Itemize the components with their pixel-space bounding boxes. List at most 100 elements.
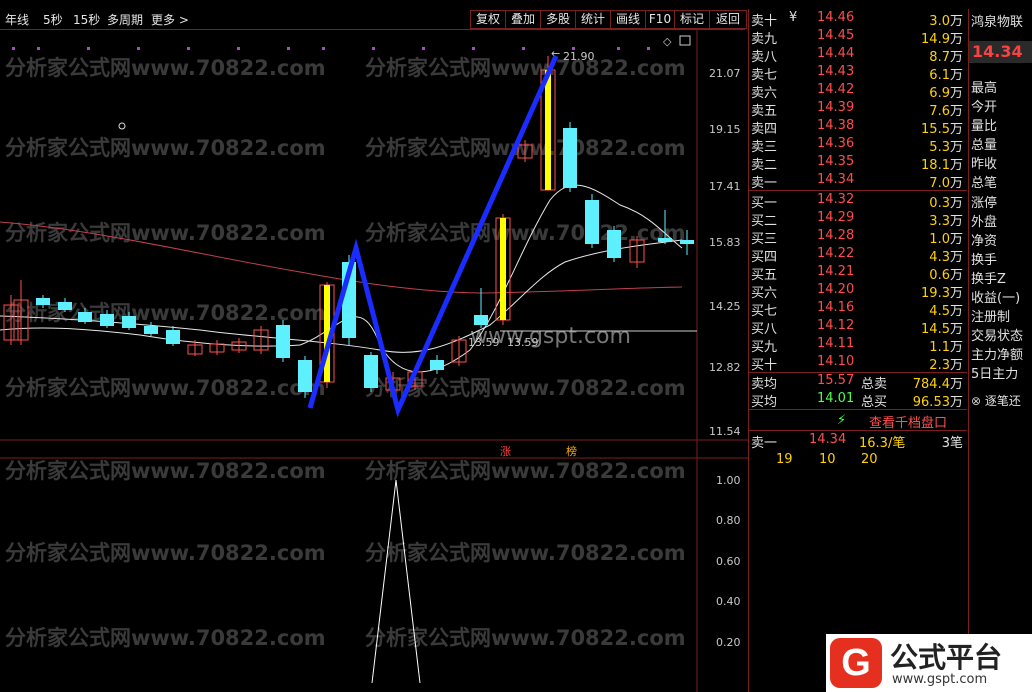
queue-item: 20 [861, 452, 878, 467]
sell-row[interactable]: 卖一 14.34 7.0万 [749, 172, 967, 191]
order-book-panel: 卖十 ¥14.46 3.0万 卖九 14.45 14.9万 卖八 14.44 8.7万 卖七 14.… [748, 9, 969, 692]
watermark-text: 分析家公式网www.70822.com [5, 136, 326, 160]
price-tick: 17.41 [709, 180, 741, 193]
signal-circle [118, 122, 126, 130]
indicator-tick: 1.00 [716, 474, 741, 487]
buy-row[interactable]: 买十 14.10 2.3万 [749, 354, 967, 373]
indicator-axis: 1.00 0.80 0.60 0.40 0.20 [716, 474, 741, 649]
trade-tab[interactable]: ⊗ 逐笔还 [971, 392, 1021, 409]
quote-field-label: 涨停 [971, 196, 998, 211]
badge-rank: 榜 [566, 444, 577, 458]
avg-buy-row: 买均 14.01 总买 96.53万 [751, 391, 963, 410]
candle-body [563, 128, 577, 188]
watermark-text: 分析家公式网www.70822.com [5, 56, 326, 80]
candle-body [680, 240, 694, 244]
indicator-tick: 0.60 [716, 555, 741, 568]
watermark-text: 分析家公式网www.70822.com [5, 459, 326, 483]
sell-row[interactable]: 卖九 14.45 14.9万 [749, 28, 967, 47]
trade-row: 卖一 14.34 16.3/笔 3笔 [751, 432, 963, 451]
candle-body [58, 302, 72, 310]
logo-url: www.gspt.com [892, 672, 988, 687]
watermark-text: 分析家公式网www.70822.com [365, 221, 686, 245]
multi-stock-button[interactable]: 多股 [540, 10, 576, 29]
stock-name: 鸿泉物联 [971, 15, 1024, 30]
price-tick: 11.54 [709, 425, 741, 438]
price-tick: 14.25 [709, 300, 741, 313]
collapse-icon: ⊗ [971, 394, 982, 408]
candle-body [36, 298, 50, 305]
quote-sidebar: 鸿泉物联 14.34 最高 今开 量比 总量 昨收 总笔 涨停 外盘 净资 换手 换手Z 收益(一) 注… [968, 9, 1032, 692]
watermark-text: 分析家公式网www.70822.com [5, 221, 326, 245]
candle-body [364, 355, 378, 388]
crosshair-label-2: 13.59 [507, 336, 539, 349]
candle-body [144, 326, 158, 334]
buy-row[interactable]: 买一 14.32 0.3万 [749, 192, 967, 211]
last-price: 14.34 [969, 41, 1032, 63]
buy-row[interactable]: 买五 14.21 0.6万 [749, 264, 967, 283]
sell-row[interactable]: 卖十 ¥14.46 3.0万 [749, 10, 967, 29]
sell-row[interactable]: 卖六 14.42 6.9万 [749, 82, 967, 101]
watermark-text: 分析家公式网www.70822.com [365, 626, 686, 650]
stats-button[interactable]: 统计 [575, 10, 611, 29]
sell-row[interactable]: 卖五 14.39 7.6万 [749, 100, 967, 119]
quote-field-label: 昨收 [971, 157, 998, 172]
indicator-tick: 0.20 [716, 636, 741, 649]
draw-line-button[interactable]: 画线 [610, 10, 646, 29]
quote-field-label: 换手Z [971, 272, 1006, 287]
brand-logo: G 公式平台 www.gspt.com [826, 634, 1032, 692]
quote-field-label: 总量 [971, 138, 998, 153]
overlay-button[interactable]: 叠加 [505, 10, 541, 29]
candle-body [100, 314, 114, 326]
quote-field-label: 量比 [971, 119, 998, 134]
candle-body [585, 200, 599, 244]
quote-field-label: 交易状态 [971, 329, 1024, 344]
mark-button[interactable]: 标记 [674, 10, 710, 29]
candle-body-fill [545, 70, 551, 190]
diamond-icon[interactable]: ◇ [663, 35, 672, 48]
price-tick: 21.07 [709, 67, 741, 80]
buy-row[interactable]: 买六 14.20 19.3万 [749, 282, 967, 301]
sell-row[interactable]: 卖三 14.36 5.3万 [749, 136, 967, 155]
view-1000-link[interactable]: 查看千档盘口 [869, 412, 947, 431]
quote-field-label: 注册制 [971, 310, 1011, 325]
buy-row[interactable]: 买九 14.11 1.1万 [749, 336, 967, 355]
sell-row[interactable]: 卖四 14.38 15.5万 [749, 118, 967, 137]
quote-field-label: 外盘 [971, 215, 998, 230]
candle-body [276, 325, 290, 358]
buy-row[interactable]: 买三 14.28 1.0万 [749, 228, 967, 247]
quote-field-label: 今开 [971, 100, 998, 115]
quote-field-label: 收益(一) [971, 291, 1021, 306]
buy-row[interactable]: 买二 14.29 3.3万 [749, 210, 967, 229]
watermark-text: 分析家公式网www.70822.com [365, 541, 686, 565]
sell-row[interactable]: 卖八 14.44 8.7万 [749, 46, 967, 65]
lightning-icon: ⚡ [837, 413, 847, 428]
watermark-text: 分析家公式网www.70822.com [5, 541, 326, 565]
period-5s[interactable]: 5秒 [43, 11, 63, 28]
candlestick-chart[interactable]: 分析家公式网www.70822.com 分析家公式网www.70822.com … [0, 30, 748, 692]
price-tick: 15.83 [709, 236, 741, 249]
period-more[interactable]: 更多 > [151, 11, 189, 28]
period-year[interactable]: 年线 [5, 11, 29, 28]
candle-body [607, 230, 621, 258]
high-marker-label: 21.90 [563, 50, 595, 63]
queue-item: 10 [819, 452, 836, 467]
sell-row[interactable]: 卖二 14.35 18.1万 [749, 154, 967, 173]
window-icon[interactable] [679, 35, 691, 46]
candle-body [430, 360, 444, 370]
logo-icon: G [830, 638, 882, 688]
buy-row[interactable]: 买七 14.16 4.5万 [749, 300, 967, 319]
period-15s[interactable]: 15秒 [73, 11, 100, 28]
buy-row[interactable]: 买四 14.22 4.3万 [749, 246, 967, 265]
price-tick: 12.82 [709, 361, 741, 374]
buy-row[interactable]: 买八 14.12 14.5万 [749, 318, 967, 337]
crosshair-label: 13.59 [468, 336, 500, 349]
watermark-text: 分析家公式网www.70822.com [365, 459, 686, 483]
f10-button[interactable]: F10 [645, 10, 675, 29]
quote-field-label: 最高 [971, 81, 998, 96]
adjust-button[interactable]: 复权 [470, 10, 506, 29]
watermark-text: 分析家公式网www.70822.com [5, 376, 326, 400]
sell-row[interactable]: 卖七 14.43 6.1万 [749, 64, 967, 83]
back-button[interactable]: 返回 [709, 10, 747, 29]
period-multi[interactable]: 多周期 [107, 11, 143, 28]
high-marker-arrow: ← [551, 47, 560, 60]
